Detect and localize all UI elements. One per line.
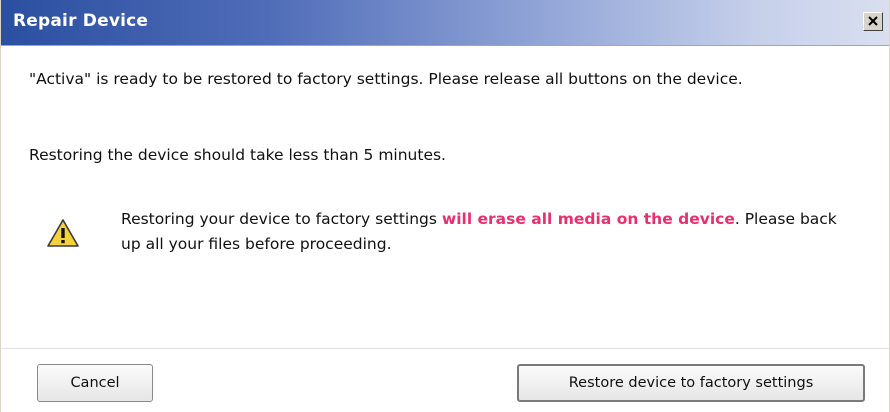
cancel-button[interactable]: Cancel: [37, 364, 153, 402]
window-title: Repair Device: [13, 11, 149, 31]
title-bar[interactable]: Repair Device: [1, 0, 889, 46]
warning-text-before: Restoring your device to factory setting…: [121, 210, 442, 228]
ready-message: "Activa" is ready to be restored to fact…: [29, 70, 743, 88]
close-icon: [867, 15, 879, 31]
warning-message: Restoring your device to factory setting…: [121, 207, 841, 257]
close-button[interactable]: [863, 12, 883, 31]
warning-triangle-icon: [46, 218, 80, 248]
duration-message: Restoring the device should take less th…: [29, 146, 446, 164]
repair-device-dialog: Repair Device "Activa" is ready to be re…: [0, 0, 890, 412]
footer-divider: [1, 348, 889, 349]
warning-emphasis: will erase all media on the device: [441, 210, 735, 228]
restore-factory-settings-button[interactable]: Restore device to factory settings: [517, 364, 865, 402]
